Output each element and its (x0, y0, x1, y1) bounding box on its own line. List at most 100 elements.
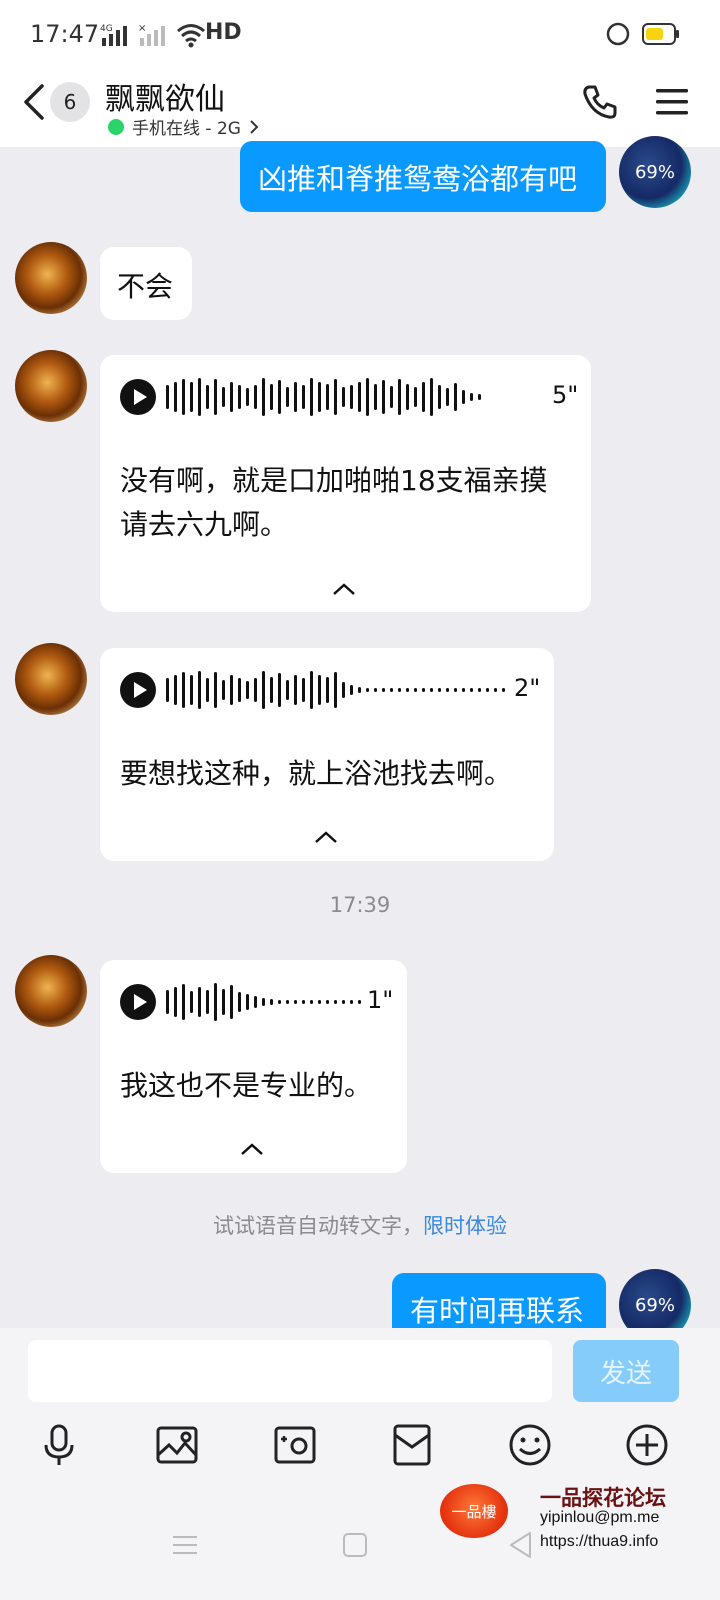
unread-badge[interactable]: 6 (50, 82, 90, 122)
waveform-bar (230, 675, 233, 705)
svg-text:×: × (138, 23, 146, 34)
contact-avatar[interactable] (15, 350, 87, 422)
signal-4g-icon: 4G (100, 24, 127, 46)
voice-player[interactable] (120, 982, 361, 1022)
transcript-line: 要想找这种，就上浴池找去啊。 (120, 757, 513, 790)
emoji-icon[interactable] (508, 1423, 552, 1467)
send-button[interactable]: 发送 (573, 1340, 679, 1402)
watermark-email: yipinlou@pm.me (540, 1509, 660, 1526)
waveform-bar (190, 382, 193, 412)
waveform-bar (398, 379, 401, 415)
waveform-bar (246, 388, 249, 406)
waveform-bar (238, 678, 241, 702)
back-nav-icon[interactable] (506, 1530, 536, 1560)
outgoing-message[interactable]: 凶推和脊推鸳鸯浴都有吧 (240, 141, 606, 212)
waveform-bar (206, 385, 209, 409)
waveform-bar (182, 672, 185, 708)
waveform (166, 982, 361, 1022)
waveform-bar (350, 685, 353, 695)
play-icon[interactable] (120, 672, 156, 708)
waveform-bar (262, 998, 265, 1006)
waveform-bar (286, 387, 289, 407)
red-packet-icon[interactable] (390, 1423, 434, 1467)
timestamp: 17:39 (329, 893, 391, 917)
microphone-icon[interactable] (37, 1423, 81, 1467)
waveform-bar (478, 688, 481, 692)
waveform-bar (334, 1000, 337, 1004)
message-input[interactable] (28, 1340, 552, 1402)
home-icon[interactable] (340, 1530, 370, 1560)
contact-avatar[interactable] (15, 643, 87, 715)
waveform-bar (494, 688, 497, 692)
waveform (166, 670, 505, 710)
waveform-bar (446, 688, 449, 692)
waveform-bar (238, 992, 241, 1012)
status-bar: 17:47 4G × HD (0, 0, 720, 70)
collapse-chevron-icon[interactable] (314, 830, 338, 844)
collapse-chevron-icon[interactable] (240, 1142, 264, 1156)
contact-avatar[interactable] (15, 242, 87, 314)
status-right (606, 22, 680, 46)
waveform-bar (198, 671, 201, 709)
waveform-bar (190, 991, 193, 1013)
waveform-bar (406, 688, 409, 692)
waveform-bar (286, 1000, 289, 1004)
contact-name[interactable]: 飘飘欲仙 (105, 74, 225, 118)
waveform-bar (222, 680, 225, 700)
incoming-message[interactable]: 不会 (100, 247, 192, 320)
waveform-bar (334, 672, 337, 708)
transcript-line: 没有啊，就是口加啪啪18支福亲摸 (120, 464, 548, 497)
voice-message[interactable]: 1" 我这也不是专业的。 (100, 960, 407, 1173)
waveform-bar (318, 675, 321, 705)
voice-player[interactable] (120, 670, 505, 710)
voice-message[interactable]: 2" 要想找这种，就上浴池找去啊。 (100, 648, 554, 861)
back-arrow-icon[interactable] (20, 82, 50, 122)
play-icon[interactable] (120, 379, 156, 415)
waveform-bar (358, 687, 361, 693)
waveform-bar (182, 379, 185, 415)
waveform-bar (326, 384, 329, 410)
composer-toolbar (0, 1423, 720, 1473)
recents-icon[interactable] (170, 1530, 200, 1560)
waveform-bar (302, 385, 305, 409)
transcript-line: 我这也不是专业的。 (120, 1069, 373, 1102)
contact-avatar[interactable] (15, 955, 87, 1027)
waveform-bar (294, 1000, 297, 1004)
voice-message[interactable]: 5" 没有啊，就是口加啪啪18支福亲摸 请去六九啊。 (100, 355, 591, 612)
speech-to-text-hint: 试试语音自动转文字，限时体验 (0, 1210, 720, 1240)
contact-status[interactable]: 手机在线 - 2G (108, 114, 259, 139)
waveform-bar (166, 385, 169, 409)
waveform-bar (262, 378, 265, 416)
menu-icon[interactable] (654, 84, 690, 120)
my-avatar[interactable]: 69% (619, 1269, 691, 1328)
waveform-bar (254, 385, 257, 409)
waveform-bar (230, 985, 233, 1019)
waveform-bar (222, 989, 225, 1015)
waveform-bar (478, 394, 481, 400)
waveform-bar (350, 1000, 353, 1004)
signal-indicators: 4G × (100, 20, 206, 50)
waveform-bar (310, 1000, 313, 1004)
waveform-bar (174, 675, 177, 705)
avatar-label: 69% (634, 161, 675, 183)
waveform-bar (438, 385, 441, 409)
image-icon[interactable] (155, 1423, 199, 1467)
waveform-bar (310, 671, 313, 709)
waveform-bar (342, 682, 345, 698)
waveform-bar (438, 688, 441, 692)
my-avatar[interactable]: 69% (619, 136, 691, 208)
phone-icon[interactable] (580, 82, 620, 122)
collapse-chevron-icon[interactable] (332, 582, 356, 596)
hint-text: 试试语音自动转文字， (213, 1214, 423, 1238)
outgoing-message[interactable]: 有时间再联系 (392, 1273, 606, 1328)
play-icon[interactable] (120, 984, 156, 1020)
watermark-logo-text: 一品樓 (451, 1502, 497, 1521)
waveform-bar (318, 1000, 321, 1004)
trial-link[interactable]: 限时体验 (423, 1214, 507, 1238)
waveform-bar (462, 688, 465, 692)
plus-icon[interactable] (625, 1423, 669, 1467)
waveform-bar (430, 688, 433, 692)
voice-player[interactable] (120, 377, 481, 417)
waveform-bar (174, 987, 177, 1017)
camera-icon[interactable] (273, 1423, 317, 1467)
